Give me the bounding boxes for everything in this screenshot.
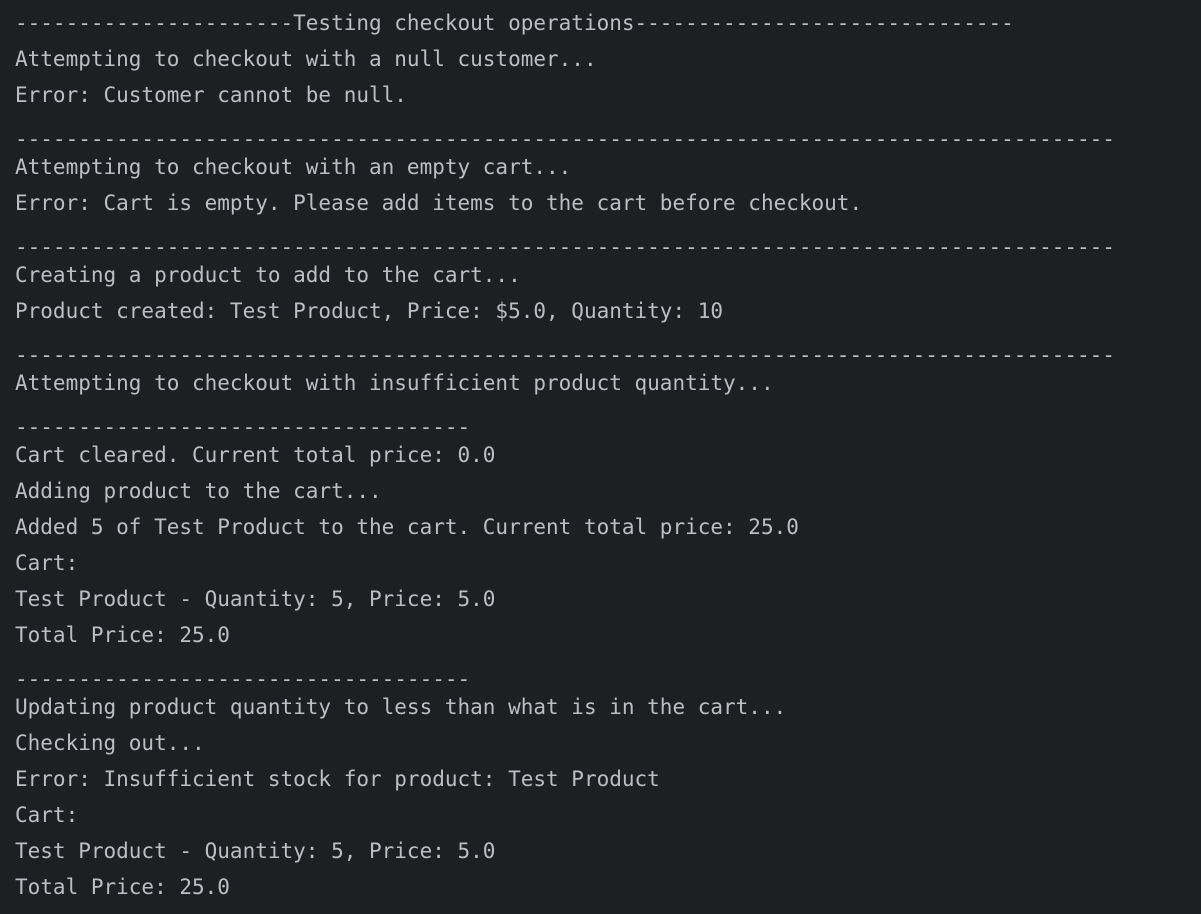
- console-line: ----------------------Testing checkout o…: [15, 11, 1014, 35]
- console-line: Error: Customer cannot be null.: [15, 83, 407, 107]
- console-line: Cart:: [15, 551, 79, 575]
- console-line: Product created: Test Product, Price: $5…: [15, 299, 724, 323]
- console-line: Error: Cart is empty. Please add items t…: [15, 191, 863, 215]
- console-line: Updating product quantity to less than w…: [15, 695, 787, 719]
- console-line: Attempting to checkout with insufficient…: [15, 371, 774, 395]
- console-output[interactable]: ----------------------Testing checkout o…: [0, 0, 1201, 914]
- console-line: Test Product - Quantity: 5, Price: 5.0: [15, 839, 496, 863]
- console-line: Cart:: [15, 803, 79, 827]
- console-line: Total Price: 25.0: [15, 875, 230, 899]
- console-line: Error: Insufficient stock for product: T…: [15, 767, 660, 791]
- console-line: Total Price: 25.0: [15, 623, 230, 647]
- console-line: Creating a product to add to the cart...: [15, 263, 521, 287]
- console-line: Adding product to the cart...: [15, 479, 382, 503]
- console-line: Test Product - Quantity: 5, Price: 5.0: [15, 587, 496, 611]
- console-line: Added 5 of Test Product to the cart. Cur…: [15, 515, 799, 539]
- console-line: Cart cleared. Current total price: 0.0: [15, 443, 496, 467]
- console-line: Checking out...: [15, 731, 205, 755]
- console-line: Attempting to checkout with a null custo…: [15, 47, 597, 71]
- console-line: Attempting to checkout with an empty car…: [15, 155, 572, 179]
